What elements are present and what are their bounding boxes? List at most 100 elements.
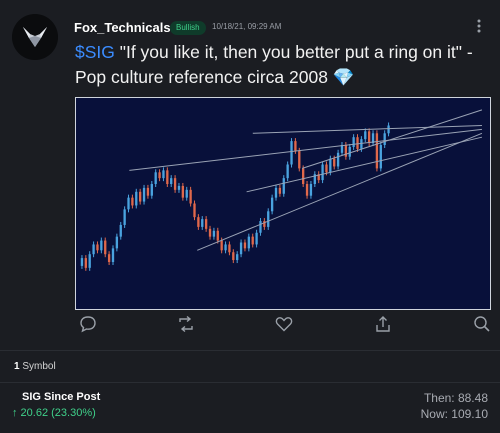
- trendline: [302, 109, 483, 169]
- candle-body: [107, 254, 111, 262]
- post-timestamp: 10/18/21, 09:29 AM: [212, 22, 282, 31]
- candle-body: [162, 170, 165, 179]
- candle-body: [173, 178, 177, 190]
- candle-body: [375, 133, 379, 169]
- candle-body: [228, 244, 231, 253]
- symbols-section: 1 Symbol: [0, 350, 500, 383]
- chart-image[interactable]: [75, 97, 491, 310]
- candle-body: [119, 224, 122, 237]
- price-chart: [80, 109, 483, 271]
- avatar[interactable]: [12, 14, 58, 60]
- candle-body: [138, 191, 142, 202]
- fox-logo-icon: [12, 14, 58, 60]
- gem-emoji: 💎: [332, 67, 355, 87]
- post-body: $SIG "If you like it, then you better pu…: [75, 40, 493, 90]
- candle-body: [243, 242, 247, 249]
- candle-body: [321, 164, 324, 181]
- ticker-now-price: Now: 109.10: [420, 407, 488, 421]
- candle-body: [166, 170, 169, 184]
- candle-body: [123, 209, 126, 225]
- candle-body: [177, 185, 181, 190]
- candle-body: [92, 244, 95, 255]
- candle-body: [387, 125, 390, 134]
- candle-body: [302, 168, 305, 184]
- candle-body: [336, 152, 340, 167]
- ticker-name: SIG Since Post: [22, 391, 101, 403]
- candle-body: [204, 219, 208, 229]
- candle-body: [383, 133, 386, 145]
- candle-body: [197, 217, 200, 227]
- candle-body: [232, 252, 235, 261]
- candle-body: [247, 236, 250, 249]
- ticker-row[interactable]: SIG Since Post ↑ 20.62 (23.30%) Then: 88…: [0, 382, 500, 433]
- candle-body: [142, 187, 146, 202]
- candle-body: [356, 137, 359, 149]
- candle-body: [329, 158, 332, 173]
- symbols-label-text: Symbol: [22, 361, 56, 372]
- like-icon[interactable]: [274, 314, 296, 336]
- candle-body: [333, 158, 336, 167]
- candle-body: [208, 228, 212, 237]
- candle-body: [298, 150, 301, 169]
- post-card: Fox_Technicals Bullish 10/18/21, 09:29 A…: [0, 0, 500, 350]
- cashtag-link[interactable]: $SIG: [75, 42, 115, 62]
- candle-body: [270, 197, 274, 212]
- ticker-change: ↑ 20.62 (23.30%): [12, 407, 96, 419]
- candle-body: [352, 137, 355, 147]
- candle-body: [379, 145, 382, 169]
- candle-body: [278, 187, 282, 194]
- candle-body: [305, 184, 309, 196]
- candle-body: [201, 219, 204, 227]
- candle-body: [127, 197, 130, 210]
- symbols-count: 1: [14, 361, 20, 372]
- candle-body: [224, 244, 227, 251]
- candle-body: [115, 236, 119, 249]
- ticker-then-price: Then: 88.48: [423, 391, 488, 405]
- candle-body: [212, 230, 216, 237]
- candle-body: [88, 254, 91, 268]
- candle-body: [294, 141, 297, 151]
- symbols-count-label: 1 Symbol: [14, 361, 56, 372]
- candle-body: [170, 178, 173, 184]
- candle-body: [259, 221, 262, 233]
- more-options-icon[interactable]: [471, 18, 487, 34]
- candle-body: [251, 236, 254, 245]
- candle-body: [325, 164, 328, 173]
- trendline: [246, 136, 483, 193]
- candle-body: [80, 258, 84, 266]
- candle-body: [135, 191, 138, 206]
- trendline: [252, 125, 482, 134]
- candle-body: [290, 141, 293, 165]
- candle-body: [193, 203, 196, 218]
- candle-body: [286, 164, 289, 179]
- sentiment-badge: Bullish: [170, 21, 206, 35]
- candle-body: [255, 232, 258, 245]
- candle-body: [360, 139, 363, 149]
- candle-body: [216, 230, 219, 241]
- username[interactable]: Fox_Technicals: [74, 20, 171, 35]
- candle-body: [96, 244, 99, 251]
- candle-body: [348, 146, 351, 157]
- share-icon[interactable]: [373, 314, 395, 336]
- candle-body: [274, 187, 278, 198]
- candle-body: [154, 172, 157, 184]
- candle-body: [185, 189, 188, 198]
- candle-body: [220, 240, 223, 251]
- candle-body: [367, 131, 371, 144]
- candle-body: [146, 187, 150, 196]
- candle-body: [181, 185, 185, 198]
- candle-body: [236, 254, 239, 261]
- candle-body: [364, 131, 367, 140]
- candle-body: [150, 184, 153, 196]
- candle-body: [111, 248, 115, 262]
- candle-body: [104, 240, 107, 255]
- search-icon[interactable]: [472, 314, 494, 336]
- candle-body: [189, 189, 192, 204]
- candle-body: [309, 184, 313, 196]
- candle-body: [267, 211, 270, 227]
- comment-icon[interactable]: [78, 314, 100, 336]
- candle-body: [158, 172, 161, 179]
- repost-icon[interactable]: [176, 314, 198, 336]
- trendline: [197, 132, 483, 251]
- candle-body: [282, 178, 285, 194]
